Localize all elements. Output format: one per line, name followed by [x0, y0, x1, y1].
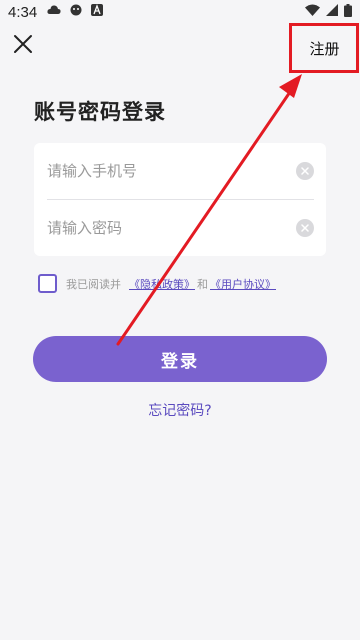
agreement-and-text: 和 — [197, 277, 208, 291]
status-time: 4:34 — [8, 3, 38, 21]
face-icon — [70, 4, 82, 20]
cloud-icon — [47, 4, 61, 20]
agreement-row: 我已阅读并 《隐私政策》 和 《用户协议》 — [38, 274, 276, 293]
agreement-text: 我已阅读并 — [66, 277, 121, 291]
wifi-icon — [305, 4, 320, 20]
agreement-checkbox[interactable] — [38, 274, 57, 293]
status-icons-left — [47, 4, 104, 20]
user-agreement-link[interactable]: 《用户协议》 — [210, 276, 276, 292]
login-form-card — [34, 143, 326, 256]
password-clear-button[interactable] — [296, 219, 314, 237]
status-icons-right — [305, 3, 352, 21]
clear-icon — [301, 224, 309, 232]
close-icon — [13, 34, 33, 58]
page-title: 账号密码登录 — [34, 100, 166, 124]
forgot-password-link[interactable]: 忘记密码? — [0, 400, 360, 420]
privacy-policy-link[interactable]: 《隐私政策》 — [129, 276, 195, 292]
login-button[interactable]: 登录 — [33, 336, 327, 382]
clear-icon — [301, 167, 309, 175]
phone-row — [34, 143, 326, 199]
register-link[interactable]: 注册 — [290, 24, 359, 72]
app-a-icon — [91, 4, 104, 20]
password-input[interactable] — [47, 219, 296, 237]
password-row — [34, 200, 326, 256]
phone-clear-button[interactable] — [296, 162, 314, 180]
signal-icon — [326, 4, 338, 20]
phone-input[interactable] — [47, 162, 296, 180]
battery-icon — [344, 3, 352, 21]
status-bar: 4:34 — [0, 0, 360, 24]
close-button[interactable] — [10, 33, 36, 59]
